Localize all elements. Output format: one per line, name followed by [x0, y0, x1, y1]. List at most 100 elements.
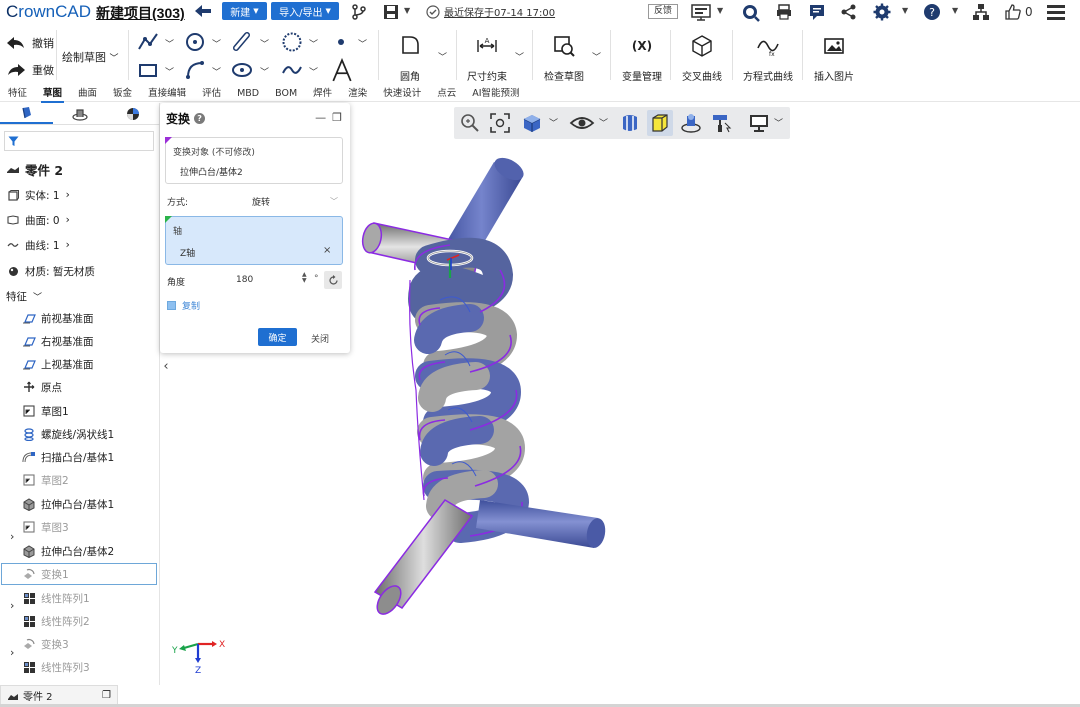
- search-icon[interactable]: [741, 3, 761, 23]
- minimize-icon[interactable]: —: [315, 111, 326, 124]
- monitor-display-icon[interactable]: [748, 112, 770, 134]
- document-tab[interactable]: 零件 2 ❐: [0, 685, 118, 705]
- visibility-chevron-icon[interactable]: ﹀: [599, 116, 608, 129]
- section-view-icon[interactable]: [619, 112, 641, 134]
- tree-item-front-plane[interactable]: 前视基准面: [22, 308, 180, 328]
- tab-ai-predict[interactable]: AI智能预测: [464, 86, 527, 102]
- slot-chevron-icon[interactable]: ﹀: [260, 37, 269, 50]
- tree-item-sweep-boss1[interactable]: 扫描凸台/基体1: [22, 447, 180, 467]
- drawing-icon[interactable]: [690, 3, 712, 21]
- equation-curve-tool[interactable]: fx 方程式曲线: [740, 34, 796, 83]
- feedback-button[interactable]: 反馈: [648, 4, 679, 19]
- ellipse-chevron-icon[interactable]: ﹀: [260, 65, 269, 78]
- import-export-button[interactable]: 导入/导出 ▼: [271, 2, 339, 20]
- share-icon[interactable]: [840, 3, 858, 21]
- tree-item-transform3[interactable]: 变换3: [22, 634, 180, 654]
- save-icon[interactable]: [382, 3, 400, 21]
- appearance-paint-icon[interactable]: [710, 112, 732, 134]
- restore-window-icon[interactable]: ❐: [332, 111, 342, 124]
- spline-icon[interactable]: [281, 59, 303, 81]
- panel-tab-display[interactable]: [53, 103, 106, 124]
- expand-extrude2-chevron-icon[interactable]: ›: [10, 646, 14, 659]
- fillet-chevron-icon[interactable]: ﹀: [438, 50, 447, 63]
- tree-item-extrude-boss1[interactable]: 拉伸凸台/基体1: [22, 494, 180, 514]
- axis-selection-box[interactable]: 轴 Z轴 ×: [165, 216, 343, 265]
- monitor-chevron-icon[interactable]: ﹀: [774, 116, 783, 129]
- panel-tab-tree[interactable]: [0, 103, 54, 124]
- tree-item-linear-pattern2[interactable]: 线性阵列2: [22, 611, 180, 631]
- expand-helix-chevron-icon[interactable]: ›: [10, 530, 14, 543]
- part-node[interactable]: 零件 2: [6, 159, 164, 179]
- variable-manage-tool[interactable]: (X) 变量管理: [618, 34, 666, 83]
- copy-label[interactable]: 复制: [182, 299, 200, 312]
- tree-item-helix[interactable]: 螺旋线/涡状线1: [22, 424, 180, 444]
- tab-bom[interactable]: BOM: [267, 86, 305, 102]
- view-orientation-chevron-icon[interactable]: ﹀: [549, 116, 558, 129]
- tab-mbd[interactable]: MBD: [229, 86, 267, 102]
- angle-input[interactable]: 180: [236, 275, 253, 285]
- polygon-circle-icon[interactable]: [281, 31, 303, 53]
- org-structure-icon[interactable]: [972, 3, 990, 21]
- tree-filter[interactable]: [4, 131, 154, 151]
- expand-extrude1-chevron-icon[interactable]: ›: [10, 599, 14, 612]
- comment-icon[interactable]: [808, 3, 826, 21]
- shaded-display-icon[interactable]: [649, 112, 671, 134]
- tab-render[interactable]: 渲染: [340, 86, 375, 102]
- fillet-tool[interactable]: 圆角: [392, 34, 428, 83]
- settings-gear-icon[interactable]: [873, 3, 891, 21]
- tab-evaluate[interactable]: 评估: [194, 86, 229, 102]
- save-menu-chevron-icon[interactable]: ▼: [404, 6, 410, 15]
- copy-checkbox[interactable]: [167, 301, 176, 310]
- circle-icon[interactable]: [184, 31, 206, 53]
- tab-restore-icon[interactable]: ❐: [102, 690, 111, 701]
- tab-sheet-metal[interactable]: 钣金: [105, 86, 140, 102]
- undo-button[interactable]: 撤销: [6, 35, 54, 51]
- branch-icon[interactable]: [350, 3, 368, 21]
- help-chevron-icon[interactable]: ▼: [952, 6, 958, 15]
- rectangle-icon[interactable]: [137, 59, 159, 81]
- tab-direct-edit[interactable]: 直接编辑: [140, 86, 194, 102]
- settings-chevron-icon[interactable]: ▼: [902, 6, 908, 15]
- lower-grey-tube[interactable]: [372, 499, 474, 618]
- tree-item-right-plane[interactable]: 右视基准面: [22, 331, 180, 351]
- point-chevron-icon[interactable]: ﹀: [358, 37, 367, 50]
- check-sketch-tool[interactable]: 检查草图: [542, 34, 586, 83]
- text-tool-icon[interactable]: [330, 58, 354, 82]
- tree-item-linear-pattern1[interactable]: 线性阵列1: [22, 588, 180, 608]
- tab-sketch[interactable]: 草图: [35, 86, 70, 103]
- tab-weldment[interactable]: 焊件: [305, 86, 340, 102]
- features-header[interactable]: 特征 ﹀: [6, 286, 164, 306]
- thumbs-up-icon[interactable]: [1004, 3, 1022, 21]
- angle-stepper-icon[interactable]: ▲ ▼: [302, 272, 307, 284]
- tree-item-extrude-boss2[interactable]: 拉伸凸台/基体2: [22, 541, 180, 561]
- display-style-icon[interactable]: [680, 112, 702, 134]
- zoom-fit-icon[interactable]: [489, 112, 511, 134]
- tree-item-sketch1[interactable]: 草图1: [22, 401, 180, 421]
- polyline-chevron-icon[interactable]: ﹀: [165, 37, 174, 50]
- app-logo[interactable]: CrownCAD: [6, 2, 91, 22]
- hamburger-menu-icon[interactable]: [1046, 3, 1066, 21]
- point-icon[interactable]: [330, 31, 352, 53]
- helix-body[interactable]: [408, 237, 530, 543]
- circle-chevron-icon[interactable]: ﹀: [212, 37, 221, 50]
- model-viewport[interactable]: [320, 140, 640, 620]
- solid-count-node[interactable]: 实体: 1 ›: [6, 185, 164, 205]
- visibility-eye-icon[interactable]: [569, 112, 595, 134]
- material-node[interactable]: 材质: 暂无材质: [6, 261, 164, 281]
- tree-item-linear-pattern3[interactable]: 线性阵列3: [22, 657, 180, 677]
- tab-surface[interactable]: 曲面: [70, 86, 105, 102]
- back-arrow-icon[interactable]: [193, 3, 213, 19]
- redo-button[interactable]: 重做: [6, 62, 54, 78]
- tab-feature[interactable]: 特征: [0, 86, 35, 102]
- intersection-curve-tool[interactable]: 交叉曲线: [678, 34, 726, 83]
- arc-icon[interactable]: [184, 59, 206, 81]
- insert-image-tool[interactable]: 插入图片: [810, 34, 858, 83]
- tree-item-sketch2[interactable]: 草图2: [22, 470, 180, 490]
- mode-select[interactable]: 旋转: [252, 195, 270, 208]
- dimension-tool[interactable]: A 尺寸约束: [465, 34, 509, 83]
- tree-item-origin[interactable]: 原点: [22, 377, 180, 397]
- tab-quick-design[interactable]: 快速设计: [375, 86, 429, 102]
- spline-chevron-icon[interactable]: ﹀: [309, 65, 318, 78]
- rectangle-chevron-icon[interactable]: ﹀: [165, 65, 174, 78]
- polygon-chevron-icon[interactable]: ﹀: [309, 37, 318, 50]
